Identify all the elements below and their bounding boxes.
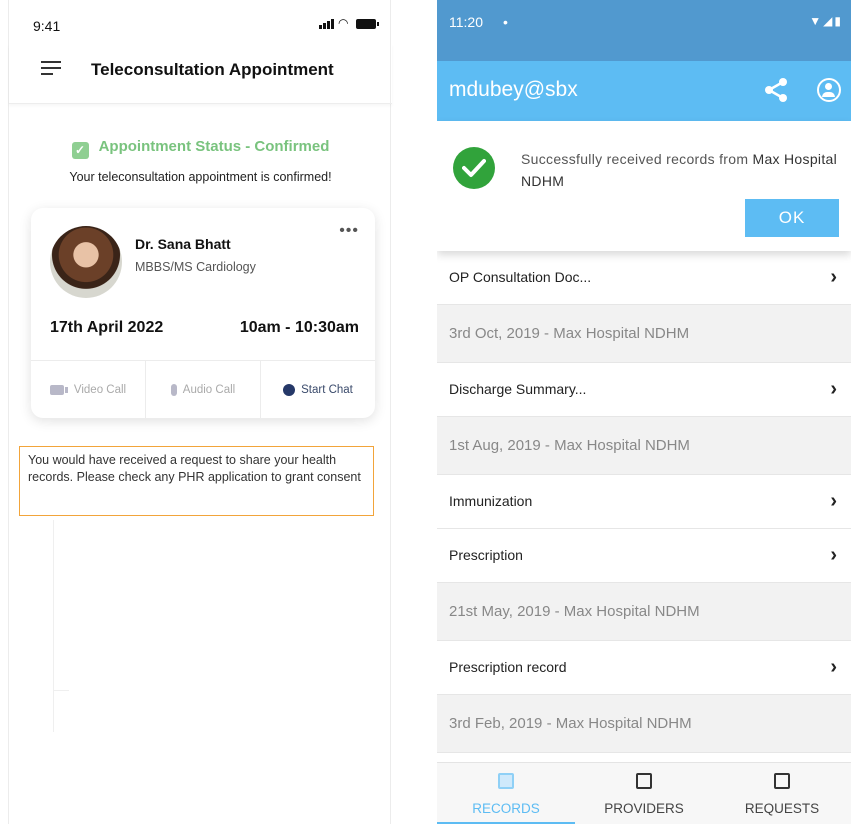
status-icons: ▼◢▮ bbox=[809, 14, 843, 28]
chevron-right-icon: › bbox=[830, 378, 837, 400]
start-chat-button[interactable]: Start Chat bbox=[261, 361, 375, 418]
profile-icon[interactable] bbox=[817, 78, 841, 102]
audio-call-label: Audio Call bbox=[182, 383, 236, 396]
record-date-source: 3rd Feb, 2019 - Max Hospital NDHM bbox=[449, 715, 692, 732]
record-row[interactable]: OP Consultation Doc... › bbox=[437, 251, 851, 305]
video-call-label: Video Call bbox=[73, 383, 127, 396]
health-records-screen: 11:20 • ▼◢▮ mdubey@sbx Successfully rece… bbox=[437, 0, 851, 824]
audio-call-button[interactable]: Audio Call bbox=[146, 361, 261, 418]
tab-requests-label: REQUESTS bbox=[744, 801, 820, 816]
doctor-specialty: MBBS/MS Cardiology bbox=[135, 260, 256, 274]
tab-records-label: RECORDS bbox=[472, 801, 540, 816]
record-date-source: 1st Aug, 2019 - Max Hospital NDHM bbox=[449, 437, 690, 454]
chevron-right-icon: › bbox=[830, 490, 837, 512]
record-date-source: 3rd Oct, 2019 - Max Hospital NDHM bbox=[449, 325, 690, 342]
page-title: Teleconsultation Appointment bbox=[91, 60, 334, 79]
status-bar: 11:20 • ▼◢▮ bbox=[437, 0, 851, 61]
record-row[interactable]: Prescription › bbox=[437, 529, 851, 583]
appointment-time: 10am - 10:30am bbox=[239, 319, 359, 336]
success-message: Successfully received records from Max H… bbox=[521, 148, 841, 192]
doctor-name: Dr. Sana Bhatt bbox=[135, 236, 231, 252]
appointment-date: 17th April 2022 bbox=[50, 319, 164, 336]
chevron-right-icon: › bbox=[830, 544, 837, 566]
success-message-prefix: Successfully received records from bbox=[521, 151, 749, 167]
record-row[interactable]: Immunization › bbox=[437, 475, 851, 529]
record-title: OP Consultation Doc... bbox=[449, 269, 592, 285]
teleconsultation-screen: 9:41 ◠ Teleconsultation Appointment ✓ App… bbox=[8, 0, 392, 824]
appointment-status-text: Appointment Status - Confirmed bbox=[98, 138, 330, 155]
status-time: 11:20 bbox=[449, 14, 483, 30]
record-subheader: 3rd Feb, 2019 - Max Hospital NDHM bbox=[437, 695, 851, 753]
record-title: Prescription bbox=[449, 547, 523, 563]
record-title: Prescription record bbox=[449, 659, 567, 675]
app-bar: mdubey@sbx bbox=[437, 61, 851, 121]
wifi-icon: ▼ bbox=[809, 14, 824, 28]
record-subheader: 3rd Oct, 2019 - Max Hospital NDHM bbox=[437, 305, 851, 363]
record-subheader: 21st May, 2019 - Max Hospital NDHM bbox=[437, 583, 851, 641]
doctor-avatar bbox=[50, 226, 122, 298]
user-id: mdubey@sbx bbox=[449, 78, 578, 101]
bottom-navigation: RECORDS PROVIDERS REQUESTS bbox=[437, 762, 851, 824]
divider bbox=[53, 690, 69, 691]
providers-icon bbox=[636, 773, 652, 789]
share-icon[interactable] bbox=[763, 77, 789, 103]
record-row[interactable]: Prescription record › bbox=[437, 641, 851, 695]
signal-icon: ◢ bbox=[823, 14, 835, 28]
chevron-right-icon: › bbox=[830, 656, 837, 678]
chevron-right-icon: › bbox=[830, 266, 837, 288]
confirmation-message: Your teleconsultation appointment is con… bbox=[69, 170, 332, 184]
video-call-button[interactable]: Video Call bbox=[31, 361, 146, 418]
tab-providers[interactable]: PROVIDERS bbox=[575, 763, 713, 824]
wifi-icon: ◠ bbox=[338, 16, 349, 30]
records-icon bbox=[498, 773, 514, 789]
notification-dot: • bbox=[503, 14, 508, 30]
success-dialog: Successfully received records from Max H… bbox=[437, 121, 851, 251]
record-title: Discharge Summary... bbox=[449, 381, 587, 397]
checkbox-icon: ✓ bbox=[71, 142, 89, 159]
divider bbox=[53, 520, 54, 732]
card-actions: Video Call Audio Call Start Chat bbox=[31, 360, 375, 418]
records-list: OP Consultation Doc... › 3rd Oct, 2019 -… bbox=[437, 251, 851, 753]
appointment-status: ✓ Appointment Status - Confirmed bbox=[9, 138, 392, 159]
tab-providers-label: PROVIDERS bbox=[604, 801, 684, 816]
requests-icon bbox=[774, 773, 790, 789]
status-bar: 9:41 ◠ bbox=[9, 0, 392, 44]
record-row[interactable]: Discharge Summary... › bbox=[437, 363, 851, 417]
success-check-icon bbox=[453, 147, 495, 189]
battery-icon bbox=[356, 19, 379, 29]
more-options-icon[interactable]: ••• bbox=[339, 222, 359, 240]
video-camera-icon bbox=[49, 384, 68, 395]
ok-button[interactable]: OK bbox=[745, 199, 839, 237]
app-header: Teleconsultation Appointment bbox=[9, 44, 392, 104]
record-date-source: 21st May, 2019 - Max Hospital NDHM bbox=[449, 603, 700, 620]
signal-icon bbox=[319, 19, 334, 29]
tab-requests[interactable]: REQUESTS bbox=[713, 763, 851, 824]
microphone-icon bbox=[170, 383, 177, 396]
consent-notice: You would have received a request to sha… bbox=[19, 446, 374, 516]
record-title: Immunization bbox=[449, 493, 533, 509]
record-subheader: 1st Aug, 2019 - Max Hospital NDHM bbox=[437, 417, 851, 475]
chat-icon bbox=[283, 383, 296, 396]
menu-icon[interactable] bbox=[41, 61, 61, 75]
status-time: 9:41 bbox=[33, 18, 61, 34]
tab-records[interactable]: RECORDS bbox=[437, 763, 575, 824]
start-chat-label: Start Chat bbox=[301, 383, 353, 396]
status-icons: ◠ bbox=[319, 16, 379, 30]
doctor-card: Dr. Sana Bhatt MBBS/MS Cardiology ••• 17… bbox=[31, 208, 375, 418]
battery-icon: ▮ bbox=[834, 14, 843, 28]
